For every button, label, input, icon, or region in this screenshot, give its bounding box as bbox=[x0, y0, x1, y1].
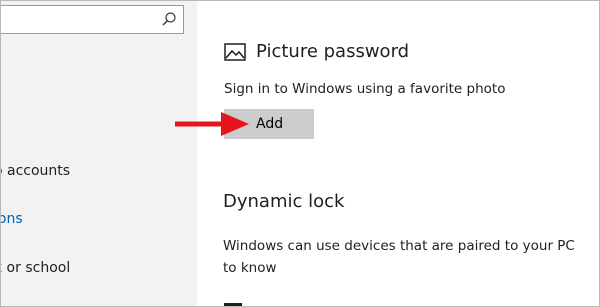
sidebar-item-work-or-school[interactable]: k or school bbox=[1, 260, 70, 276]
dynamic-lock-description: Windows can use devices that are paired … bbox=[223, 238, 575, 276]
search-box[interactable] bbox=[1, 5, 184, 34]
dynamic-lock-title: Dynamic lock bbox=[223, 191, 345, 212]
search-icon[interactable] bbox=[161, 11, 177, 27]
picture-password-header: Picture password bbox=[224, 41, 409, 62]
picture-password-title: Picture password bbox=[256, 41, 410, 62]
settings-window: o accounts ions k or school Picture pass… bbox=[0, 0, 600, 307]
sidebar: o accounts ions k or school bbox=[1, 1, 197, 306]
dynamic-lock-checkbox[interactable] bbox=[224, 303, 242, 306]
picture-password-description: Sign in to Windows using a favorite phot… bbox=[224, 81, 506, 97]
search-input[interactable] bbox=[1, 6, 164, 33]
sidebar-item-accounts[interactable]: o accounts bbox=[1, 163, 70, 179]
red-arrow-icon bbox=[175, 112, 249, 136]
sidebar-item-sign-in-options[interactable]: ions bbox=[1, 211, 23, 227]
picture-icon bbox=[224, 42, 246, 61]
